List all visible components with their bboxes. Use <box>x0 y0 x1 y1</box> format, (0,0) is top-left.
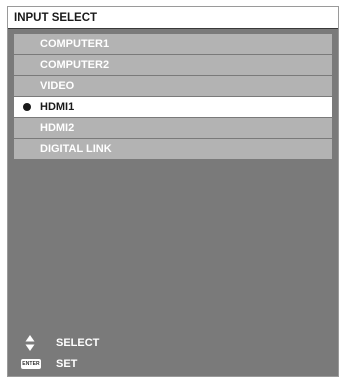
input-option-computer1[interactable]: COMPUTER1 <box>14 34 332 54</box>
input-option-label: VIDEO <box>40 80 75 92</box>
set-guide: ENTER SET <box>8 354 338 374</box>
input-option-label: COMPUTER2 <box>40 59 110 71</box>
up-down-arrows-icon <box>25 335 35 351</box>
set-guide-label: SET <box>56 358 78 370</box>
input-option-hdmi2[interactable]: HDMI2 <box>14 118 332 138</box>
input-option-label: COMPUTER1 <box>40 38 110 50</box>
selected-indicator-icon <box>23 103 31 111</box>
select-guide: SELECT <box>8 333 338 353</box>
input-option-hdmi1[interactable]: HDMI1 <box>14 97 332 117</box>
input-option-label: HDMI2 <box>40 122 75 134</box>
input-list: COMPUTER1 COMPUTER2 VIDEO HDMI1 HDMI2 DI… <box>14 34 332 160</box>
enter-key-icon: ENTER <box>21 359 41 369</box>
input-option-computer2[interactable]: COMPUTER2 <box>14 55 332 75</box>
menu-title: INPUT SELECT <box>8 7 338 29</box>
input-option-digital-link[interactable]: DIGITAL LINK <box>14 139 332 159</box>
input-select-menu: INPUT SELECT COMPUTER1 COMPUTER2 VIDEO H… <box>7 6 339 377</box>
input-option-label: DIGITAL LINK <box>40 143 112 155</box>
input-option-video[interactable]: VIDEO <box>14 76 332 96</box>
input-option-label: HDMI1 <box>40 101 75 113</box>
key-guide: SELECT ENTER SET <box>8 330 338 374</box>
select-guide-label: SELECT <box>56 337 100 349</box>
